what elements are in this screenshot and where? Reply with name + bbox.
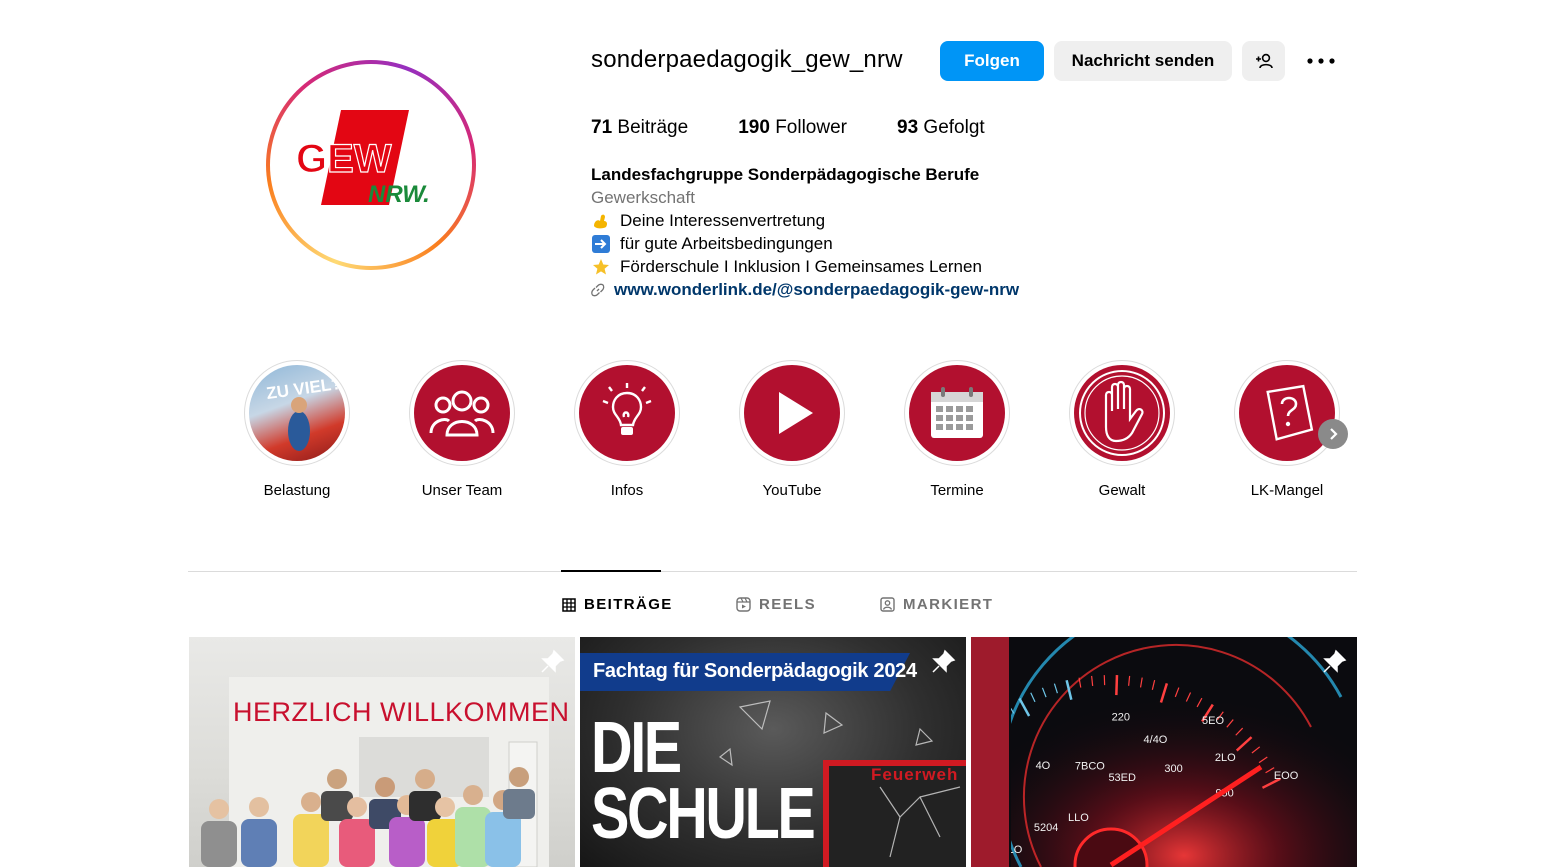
send-message-button[interactable]: Nachricht senden <box>1054 41 1232 81</box>
gauge-label: 53ED <box>1108 772 1136 784</box>
gauge-label: 4LO <box>1011 844 1023 856</box>
tab-posts[interactable]: BEITRÄGE <box>562 596 673 613</box>
gauge-label: 300 <box>1164 763 1182 775</box>
avatar: GEW NRW. <box>275 69 467 261</box>
profile-bio: Landesfachgruppe Sonderpädagogische Beru… <box>591 163 1019 301</box>
add-user-icon <box>1255 53 1273 69</box>
more-options-button[interactable] <box>1302 47 1340 75</box>
active-tab-indicator <box>561 570 661 572</box>
follow-button[interactable]: Folgen <box>940 41 1044 81</box>
right-arrow-icon <box>591 234 611 254</box>
bio-line: für gute Arbeitsbedingungen <box>591 232 1019 255</box>
highlight-infos[interactable]: Infos <box>574 360 680 499</box>
stop-hand-icon <box>1079 370 1165 456</box>
tagged-icon <box>880 597 895 612</box>
play-icon <box>779 392 813 434</box>
bio-line: Deine Interessenvertretung <box>591 209 1019 232</box>
gauge-label: 2LO <box>1215 752 1236 764</box>
stat-posts: 71 Beiträge <box>591 117 689 138</box>
profile-avatar-ring[interactable]: GEW NRW. <box>266 60 476 270</box>
tabs-divider <box>188 571 1357 572</box>
team-icon <box>429 390 495 437</box>
pinned-icon <box>932 649 956 673</box>
more-options-icon <box>1307 58 1335 64</box>
star-icon <box>591 257 611 277</box>
post-photo-group <box>201 737 538 867</box>
svg-text:GEW: GEW <box>296 137 392 181</box>
grid-icon <box>562 597 576 612</box>
flexed-biceps-icon <box>591 211 611 231</box>
speedometer-graphic: 4LO5204LLO4O7BCO53ED2204/4O3005EO2LO950E… <box>1011 637 1357 867</box>
link-icon <box>591 283 605 296</box>
gauge-label: LLO <box>1068 812 1089 824</box>
gauge-label: EOO <box>1274 770 1299 782</box>
gauge-label: 4/4O <box>1144 734 1168 746</box>
broken-glass-shards <box>718 700 961 858</box>
question-note-icon <box>1266 384 1314 441</box>
stat-following[interactable]: 93 Gefolgt <box>897 117 985 139</box>
highlight-youtube[interactable]: YouTube <box>739 360 845 499</box>
profile-external-link[interactable]: www.wonderlink.de/@sonderpaedagogik-gew-… <box>591 278 1019 301</box>
bio-line: Förderschule I Inklusion I Gemeinsames L… <box>591 255 1019 278</box>
highlight-termine[interactable]: Termine <box>904 360 1010 499</box>
reels-icon <box>736 597 751 612</box>
post-thumbnail[interactable]: Fachtag für Sonderpädagogik 2024 DIE SCH… <box>580 637 966 867</box>
lightbulb-icon <box>602 383 652 435</box>
profile-full-name: Landesfachgruppe Sonderpädagogische Beru… <box>591 165 980 184</box>
tab-tagged[interactable]: MARKIERT <box>880 596 993 613</box>
story-highlights: ZU VIEL? Belastung Unser Team Infos YouT… <box>244 360 1354 510</box>
post-thumbnail[interactable]: 4LO5204LLO4O7BCO53ED2204/4O3005EO2LO950E… <box>971 637 1357 867</box>
tab-reels[interactable]: REELS <box>736 596 816 613</box>
stat-followers[interactable]: 190 Follower <box>738 117 847 139</box>
profile-category: Gewerkschaft <box>591 188 695 207</box>
post-red-stripe <box>971 637 1009 867</box>
gauge-label: 220 <box>1112 711 1130 723</box>
pinned-icon <box>541 649 565 673</box>
gew-nrw-logo: GEW NRW. <box>295 110 430 208</box>
chevron-right-icon <box>1330 428 1338 440</box>
highlight-cover-photo: ZU VIEL? <box>249 365 345 461</box>
highlights-next-button[interactable] <box>1318 419 1348 449</box>
highlight-gewalt[interactable]: Gewalt <box>1069 360 1175 499</box>
calendar-icon <box>931 387 983 438</box>
suggest-users-button[interactable] <box>1242 41 1285 81</box>
profile-stats: 71 Beiträge 190 Follower 93 Gefolgt <box>591 117 1035 139</box>
pinned-icon <box>1323 649 1347 673</box>
profile-username: sonderpaedagogik_gew_nrw <box>591 46 903 73</box>
highlight-unser-team[interactable]: Unser Team <box>409 360 515 499</box>
gauge-tick <box>1115 675 1119 696</box>
gauge-label: 4O <box>1036 760 1051 772</box>
highlight-belastung[interactable]: ZU VIEL? Belastung <box>244 360 350 499</box>
svg-text:NRW.: NRW. <box>368 181 430 208</box>
post-thumbnail[interactable]: HERZLICH WILLKOMMEN <box>189 637 575 867</box>
gauge-label: 5204 <box>1034 822 1058 834</box>
gauge-label: 7BCO <box>1075 761 1105 773</box>
gauge-label: 5EO <box>1202 715 1224 727</box>
